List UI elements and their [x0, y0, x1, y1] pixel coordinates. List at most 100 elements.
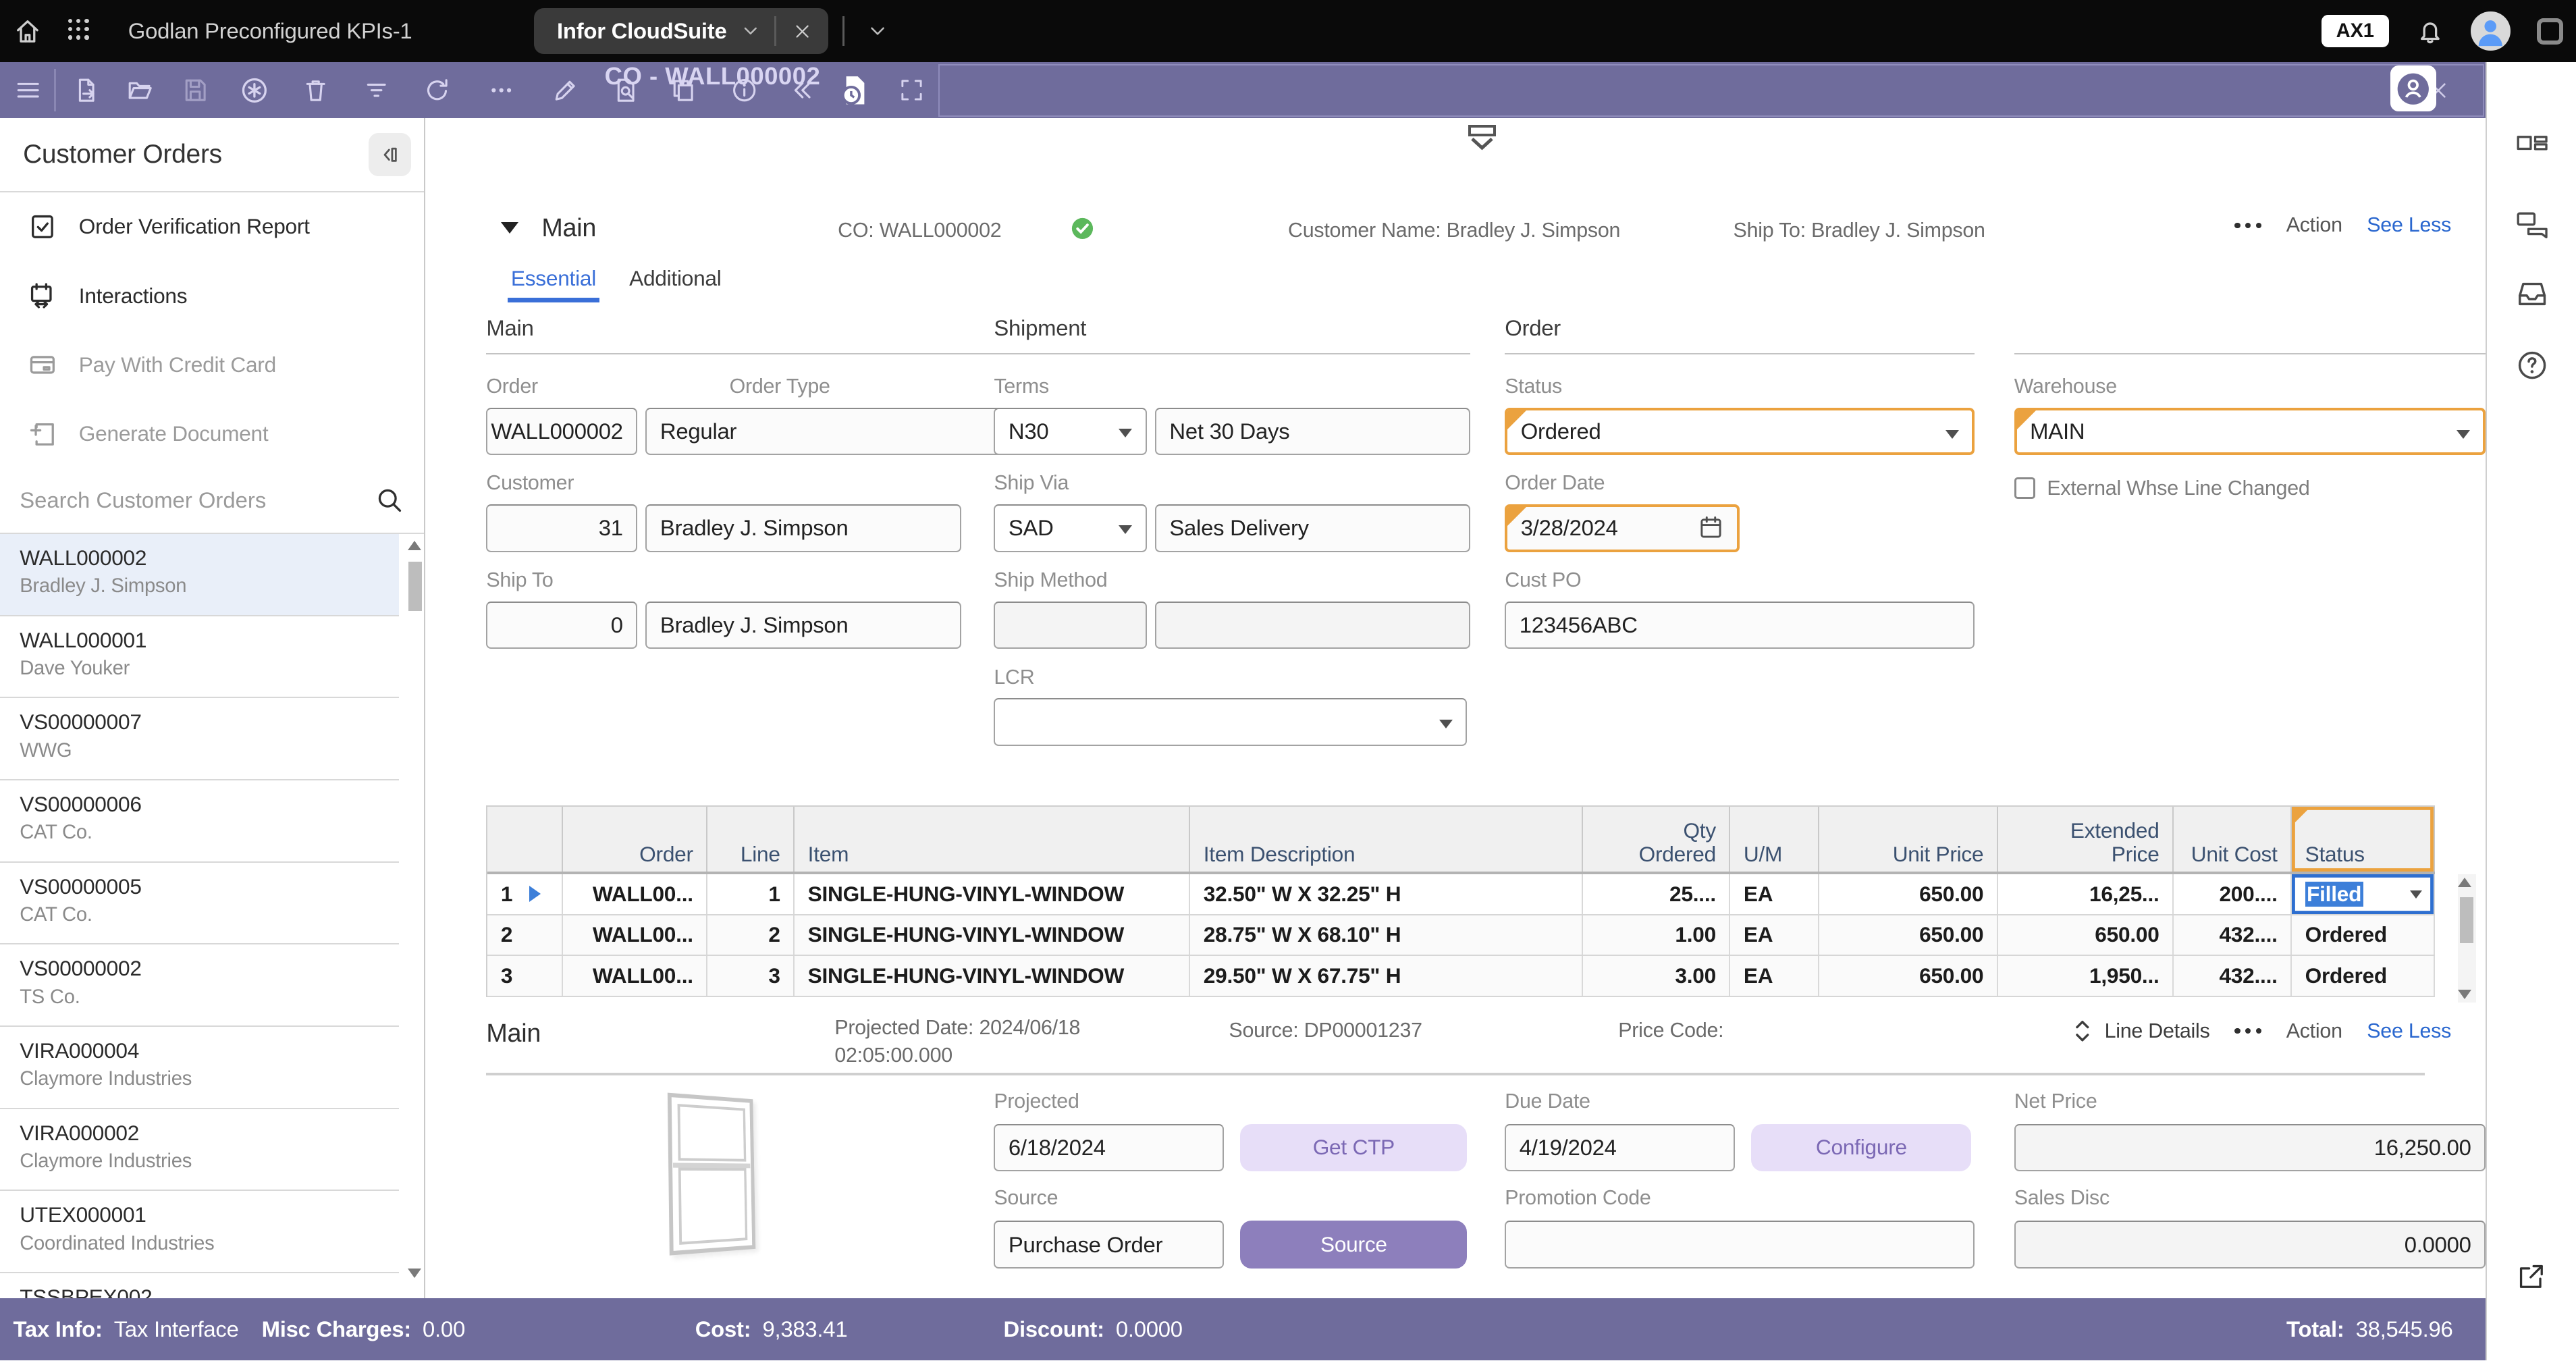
unfold-icon[interactable] [2072, 1019, 2093, 1044]
col-header-rownum[interactable] [487, 807, 563, 872]
menu-item-interactions[interactable]: Interactions [0, 261, 424, 330]
configure-button[interactable]: Configure [1751, 1124, 1971, 1172]
scroll-down-arrow[interactable] [408, 1269, 421, 1278]
col-header-qty-ordered[interactable]: Qty Ordered [1583, 807, 1731, 872]
customer-number-field[interactable]: 31 [486, 504, 637, 552]
cell-qty[interactable]: 25.... [1583, 874, 1731, 914]
lcr-select[interactable] [994, 698, 1467, 746]
ship-to-name-field[interactable]: Bradley J. Simpson [645, 602, 961, 649]
order-list-item[interactable]: VS00000002 TS Co. [0, 944, 399, 1027]
more-actions-icon[interactable] [477, 62, 526, 118]
inbox-icon[interactable] [2517, 281, 2548, 307]
order-list-item[interactable]: VS00000007 WWG [0, 698, 399, 780]
projected-field[interactable]: 6/18/2024 [994, 1124, 1224, 1172]
promotion-code-field[interactable] [1505, 1221, 1975, 1269]
cell-um[interactable]: EA [1730, 956, 1819, 996]
open-record-icon[interactable] [115, 62, 164, 118]
order-type-field[interactable]: Regular [645, 408, 1040, 456]
search-icon[interactable] [375, 485, 404, 515]
collapse-section-icon[interactable] [501, 222, 518, 234]
see-less-link[interactable]: See Less [2367, 213, 2451, 237]
source-field[interactable]: Purchase Order [994, 1221, 1224, 1269]
cell-unit-cost[interactable]: 200.... [2174, 874, 2292, 914]
cell-um[interactable]: EA [1730, 915, 1819, 955]
grid-row-2[interactable]: 2 WALL00... 2 SINGLE-HUNG-VINYL-WINDOW 2… [487, 915, 2434, 957]
cell-item[interactable]: SINGLE-HUNG-VINYL-WINDOW [795, 956, 1190, 996]
col-header-order[interactable]: Order [563, 807, 707, 872]
line-more-options-icon[interactable] [2234, 1028, 2261, 1034]
cell-unit-price[interactable]: 650.00 [1819, 874, 1998, 914]
scroll-up-arrow[interactable] [408, 541, 421, 550]
external-whse-checkbox[interactable] [2014, 477, 2036, 499]
menu-item-order-verification-report[interactable]: Order Verification Report [0, 192, 424, 261]
col-header-unit-cost[interactable]: Unit Cost [2174, 807, 2292, 872]
col-header-um[interactable]: U/M [1730, 807, 1819, 872]
cell-order[interactable]: WALL00... [563, 874, 707, 914]
tab-infor-cloudsuite[interactable]: Infor CloudSuite [534, 8, 828, 54]
menu-icon[interactable] [3, 62, 53, 118]
status-select[interactable]: Ordered [1505, 408, 1975, 456]
cell-extended-price[interactable]: 16,25... [1998, 874, 2174, 914]
cell-item-description[interactable]: 28.75" W X 68.10" H [1190, 915, 1582, 955]
scroll-thumb[interactable] [408, 562, 421, 611]
order-field[interactable]: WALL000002 [486, 408, 637, 456]
cell-qty[interactable]: 3.00 [1583, 956, 1731, 996]
calendar-icon[interactable] [1698, 514, 1725, 541]
order-list-item[interactable]: UTEX000001 Coordinated Industries [0, 1191, 399, 1273]
proxy-user-button[interactable] [2390, 65, 2436, 111]
cell-status-editing[interactable]: Filled [2292, 874, 2435, 914]
layout-panels-icon[interactable] [2517, 135, 2548, 160]
collapse-header-handle[interactable] [1466, 125, 1499, 151]
line-see-less-link[interactable]: See Less [2367, 1019, 2451, 1043]
new-record-icon[interactable] [230, 62, 279, 118]
window-icon[interactable] [2537, 18, 2563, 45]
tab-essential[interactable]: Essential [511, 266, 596, 291]
order-list-item[interactable]: VS00000006 CAT Co. [0, 780, 399, 863]
cell-extended-price[interactable]: 1,950... [1998, 956, 2174, 996]
cell-status[interactable]: Ordered [2292, 956, 2435, 996]
cell-item[interactable]: SINGLE-HUNG-VINYL-WINDOW [795, 874, 1190, 914]
ship-via-desc-field[interactable]: Sales Delivery [1155, 504, 1470, 552]
cell-um[interactable]: EA [1730, 874, 1819, 914]
cell-item-description[interactable]: 29.50" W X 67.75" H [1190, 956, 1582, 996]
help-icon[interactable] [2517, 350, 2548, 381]
terms-desc-field[interactable]: Net 30 Days [1155, 408, 1470, 456]
external-link-icon[interactable] [2517, 1262, 2546, 1291]
ship-method-select[interactable] [994, 602, 1146, 649]
col-header-item[interactable]: Item [795, 807, 1190, 872]
action-menu[interactable]: Action [2286, 213, 2342, 237]
tab-additional[interactable]: Additional [629, 266, 721, 291]
refresh-icon[interactable] [412, 62, 462, 118]
net-price-field[interactable]: 16,250.00 [2014, 1124, 2486, 1172]
tab-close-icon[interactable] [789, 22, 815, 41]
grid-scroll-up[interactable] [2458, 878, 2471, 887]
bell-icon[interactable] [2415, 16, 2445, 46]
grid-scroll-down[interactable] [2458, 990, 2471, 999]
cell-line[interactable]: 2 [707, 915, 795, 955]
due-date-field[interactable]: 4/19/2024 [1505, 1124, 1735, 1172]
filter-icon[interactable] [352, 62, 401, 118]
search-input[interactable] [20, 487, 375, 513]
col-header-line[interactable]: Line [707, 807, 795, 872]
edit-icon[interactable] [541, 62, 590, 118]
order-list-item[interactable]: WALL000001 Dave Youker [0, 616, 399, 699]
delete-record-icon[interactable] [291, 62, 340, 118]
collapse-panel-button[interactable] [369, 133, 411, 176]
cell-line[interactable]: 1 [707, 874, 795, 914]
warehouse-select[interactable]: MAIN [2014, 408, 2486, 456]
order-list-item[interactable]: VS00000005 CAT Co. [0, 863, 399, 945]
line-action-menu[interactable]: Action [2286, 1019, 2342, 1043]
customer-name-field[interactable]: Bradley J. Simpson [645, 504, 961, 552]
grid-row-3[interactable]: 3 WALL00... 3 SINGLE-HUNG-VINYL-WINDOW 2… [487, 956, 2434, 997]
cell-item[interactable]: SINGLE-HUNG-VINYL-WINDOW [795, 915, 1190, 955]
col-header-item-description[interactable]: Item Description [1190, 807, 1582, 872]
cust-po-field[interactable]: 123456ABC [1505, 602, 1975, 649]
user-avatar[interactable] [2471, 11, 2510, 51]
sales-disc-field[interactable]: 0.0000 [2014, 1221, 2486, 1269]
tab-list-chevron-icon[interactable] [866, 20, 889, 43]
cell-unit-price[interactable]: 650.00 [1819, 956, 1998, 996]
grid-row-1[interactable]: 1 WALL00... 1 SINGLE-HUNG-VINYL-WINDOW 3… [487, 874, 2434, 915]
fullscreen-icon[interactable] [887, 62, 936, 118]
ship-to-number-field[interactable]: 0 [486, 602, 637, 649]
col-header-status[interactable]: Status [2292, 807, 2435, 872]
